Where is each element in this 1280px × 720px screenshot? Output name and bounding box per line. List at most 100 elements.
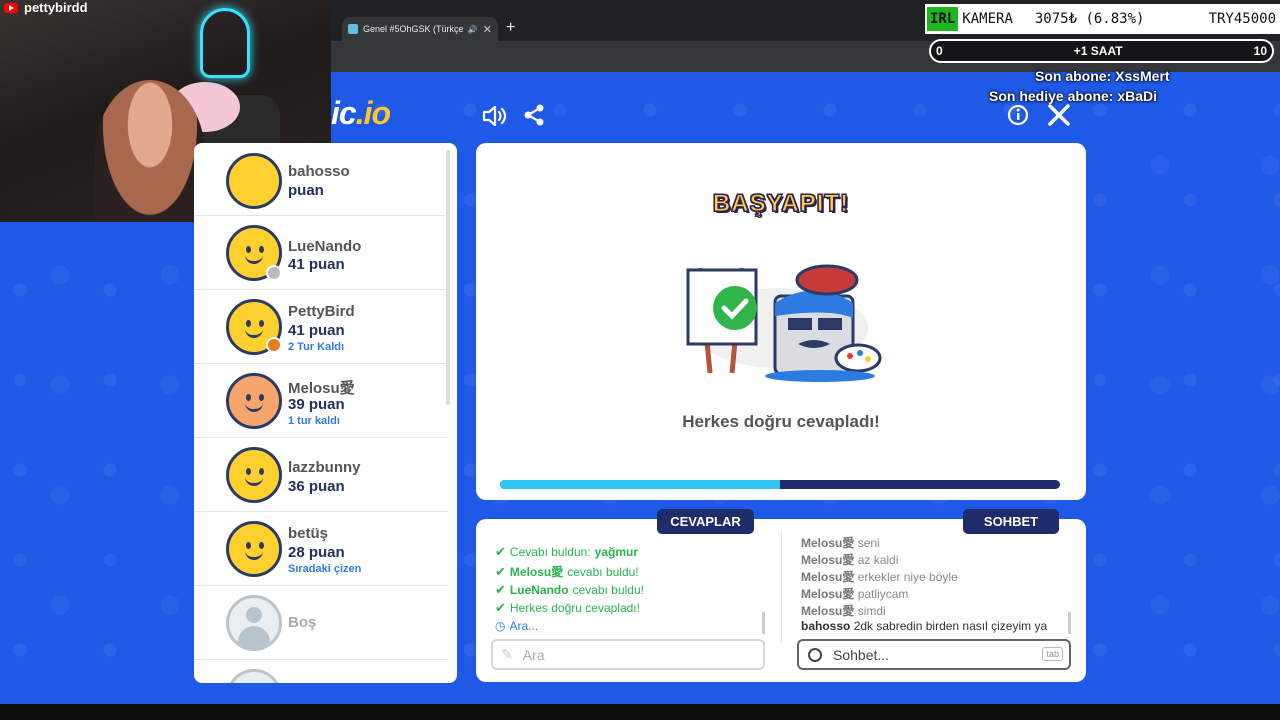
chat-user: Melosu愛: [801, 587, 855, 601]
browser-tab[interactable]: Genel #5OhGSK (Türkçe) - Gartic.io 🔊 ✕: [342, 17, 498, 41]
answer-line: ✔ Cevabı buldun: yağmur: [495, 544, 638, 560]
chat-user: bahosso: [801, 619, 851, 633]
chat-scrollbar[interactable]: [1068, 612, 1071, 634]
share-icon[interactable]: [522, 103, 546, 132]
answer-placeholder: Ara: [522, 646, 545, 663]
chat-text: 2dk sabredin birden nasıl çizeyim ya: [853, 619, 1048, 633]
player-row[interactable]: PettyBird 41 puan 2 Tur Kaldı: [194, 291, 449, 364]
chat-text: seni: [857, 536, 880, 550]
player-points: 36 puan: [288, 478, 345, 495]
avatar: [226, 153, 282, 209]
player-name: Boş: [288, 614, 317, 631]
player-points: 41 puan: [288, 322, 345, 339]
tab-title: Genel #5OhGSK (Türkçe) - Gartic.io: [363, 24, 463, 34]
avatar: [226, 521, 282, 577]
chat-user: Melosu愛: [801, 553, 855, 567]
player-note: 2 Tur Kaldı: [288, 341, 345, 353]
last-gift: Son hediye abone: xBaDi: [989, 88, 1158, 104]
check-icon: ✔: [495, 600, 506, 615]
search-icon: [808, 647, 822, 662]
chat-line: Melosu愛 erkekler niye böyle: [801, 568, 958, 585]
round-message: Herkes doğru cevapladı!: [682, 412, 880, 431]
chat-line: bahosso 2dk sabredin birden nasıl çizeyi…: [801, 619, 1047, 633]
player-name: PettyBird: [288, 303, 355, 320]
logo-visible: ic: [331, 95, 357, 131]
answer-input[interactable]: ✎ Ara: [491, 639, 765, 670]
clock-icon: ◷: [495, 619, 506, 633]
check-icon: ✔: [495, 544, 506, 559]
round-title: BAŞYAPIT!: [712, 190, 850, 218]
streamer: [95, 80, 205, 222]
status-dot: [266, 265, 282, 281]
close-icon[interactable]: [1047, 103, 1071, 132]
player-name: Melosu愛: [288, 380, 355, 397]
answer-word: yağmur: [594, 545, 638, 559]
neon-sign: [200, 8, 250, 78]
chat-tab[interactable]: SOHBET: [963, 509, 1059, 534]
chat-input[interactable]: Sohbet... tab: [797, 639, 1071, 670]
logo-io: .io: [355, 95, 391, 131]
player-row[interactable]: bahosso puan: [194, 143, 449, 216]
info-icon[interactable]: [1007, 104, 1029, 131]
masterpiece-illustration: [680, 258, 890, 388]
timer-end: 10: [1253, 44, 1267, 58]
tab-key-hint: tab: [1042, 647, 1063, 661]
status-dot: [266, 337, 282, 353]
player-points: puan: [288, 182, 324, 199]
avatar: [226, 595, 282, 651]
donation-value: 3075₺ (6.83%): [1034, 11, 1145, 27]
timer-label: +1 SAAT: [1073, 44, 1123, 58]
gartic-logo[interactable]: gartic ic.io: [331, 95, 391, 132]
answer-line: ✔ Melosu愛 cevabı buldu!: [495, 563, 639, 580]
answer-suffix: cevabı buldu!: [567, 564, 639, 579]
round-progress: [500, 480, 1060, 489]
avatar: [226, 447, 282, 503]
irl-badge: IRL: [927, 7, 959, 31]
player-name: LueNando: [288, 238, 362, 255]
player-row[interactable]: betüş 28 puan Sıradaki çizen: [194, 513, 449, 586]
player-scrollbar[interactable]: [446, 150, 450, 405]
chat-line: Melosu愛 az kaldi: [801, 551, 898, 568]
timer-bar: 0 +1 SAAT 10: [929, 39, 1274, 63]
new-tab-button[interactable]: +: [506, 19, 515, 37]
check-icon: ✔: [495, 563, 506, 579]
kamera-label: KAMERA: [962, 11, 1013, 27]
chat-placeholder: Sohbet...: [833, 646, 890, 663]
chat-text: patliycam: [857, 587, 909, 601]
player-points: 28 puan: [288, 544, 345, 561]
answer-suffix: cevabı buldu!: [572, 583, 644, 597]
avatar: [226, 669, 282, 683]
close-tab-icon[interactable]: ✕: [483, 23, 492, 36]
chat-user: Melosu愛: [801, 570, 855, 584]
player-row[interactable]: Boş: [194, 587, 449, 660]
timer-start: 0: [936, 44, 943, 58]
chat-text: erkekler niye böyle: [857, 570, 958, 584]
player-name: betüş: [288, 525, 329, 542]
answer-line: ◷ Ara...: [495, 619, 538, 633]
answers-scrollbar[interactable]: [762, 612, 765, 634]
audio-icon: 🔊: [467, 24, 478, 34]
check-icon: ✔: [495, 582, 506, 597]
player-note: 1 tur kaldı: [288, 415, 340, 427]
player-points: 39 puan: [288, 396, 345, 413]
chat-text: az kaldi: [857, 553, 899, 567]
last-sub: Son abone: XssMert: [1035, 68, 1170, 84]
player-row[interactable]: LueNando 41 puan: [194, 217, 449, 290]
answer-user: Melosu愛: [509, 565, 564, 579]
pencil-icon: ✎: [501, 646, 513, 662]
player-name: lazzbunny: [288, 459, 361, 476]
chat-user: Melosu愛: [801, 604, 855, 618]
answer-text: Herkes doğru cevapladı!: [509, 601, 640, 615]
speaker-icon[interactable]: [481, 103, 507, 134]
channel-name: pettybirdd: [4, 0, 88, 15]
answers-tab[interactable]: CEVAPLAR: [657, 509, 754, 534]
player-row[interactable]: Melosu愛 39 puan 1 tur kaldı: [194, 365, 449, 438]
player-row[interactable]: lazzbunny 36 puan: [194, 439, 449, 512]
answer-line: ✔ LueNando cevabı buldu!: [495, 582, 644, 598]
progress-fill: [500, 480, 780, 489]
chat-user: Melosu愛: [801, 536, 855, 550]
donation-goal: TRY45000: [1208, 11, 1276, 27]
player-name: bahosso: [288, 163, 350, 180]
player-note: Sıradaki çizen: [288, 563, 362, 575]
chat-text: simdi: [857, 604, 886, 618]
